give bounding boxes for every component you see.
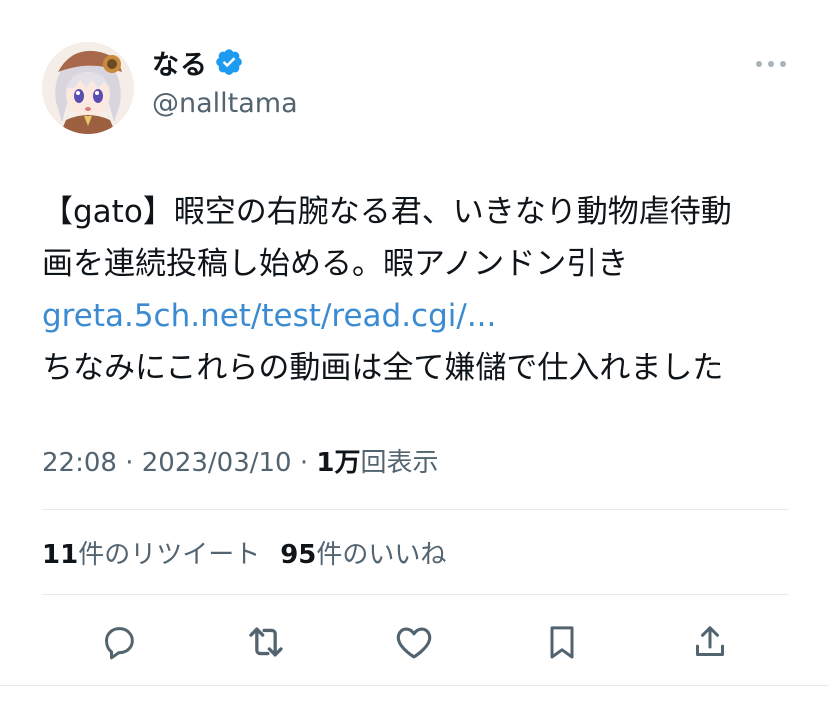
retweets-count: 11 [42, 540, 79, 570]
tweet-text: 【gato】暇空の右腕なる君、いきなり動物虐待動 画を連続投稿し始める。暇アノン… [42, 186, 812, 394]
meta-separator: · [291, 448, 317, 478]
tweet-time[interactable]: 22:08 [42, 448, 117, 478]
like-icon[interactable] [392, 620, 436, 664]
share-icon[interactable] [688, 620, 732, 664]
bookmark-icon[interactable] [540, 620, 584, 664]
likes-stat[interactable]: 95件のいいね [280, 540, 446, 570]
reply-icon[interactable] [97, 620, 141, 664]
author-handle[interactable]: @nalltama [152, 88, 298, 119]
tweet-meta: 22:08 · 2023/03/10 · 1万回表示 [42, 442, 439, 479]
likes-label: 件のいいね [316, 540, 447, 570]
views-label: 回表示 [360, 448, 439, 478]
meta-separator: · [116, 448, 142, 478]
tweet-stats: 11件のリツイート 95件のいいね [42, 534, 446, 571]
divider [0, 685, 828, 686]
retweets-label: 件のリツイート [78, 540, 261, 570]
retweet-icon[interactable] [244, 620, 288, 664]
likes-count: 95 [280, 540, 317, 570]
views-count: 1万 [316, 448, 361, 478]
divider [42, 594, 788, 595]
more-icon[interactable] [753, 52, 789, 76]
author-name-row[interactable]: なる [152, 43, 244, 82]
tweet-text-line: 【gato】暇空の右腕なる君、いきなり動物虐待動 [42, 194, 732, 230]
tweet-text-line: ちなみにこれらの動画は全て嫌儲で仕入れました [42, 350, 724, 386]
divider [42, 509, 788, 510]
display-name[interactable]: なる [152, 43, 208, 82]
retweets-stat[interactable]: 11件のリツイート [42, 540, 260, 570]
tweet-link[interactable]: greta.5ch.net/test/read.cgi/... [42, 298, 496, 334]
tweet-date[interactable]: 2023/03/10 [142, 448, 292, 478]
action-bar [0, 620, 828, 664]
verified-badge-icon [216, 49, 242, 75]
avatar[interactable] [42, 42, 134, 134]
tweet-text-line: 画を連続投稿し始める。暇アノンドン引き [42, 246, 629, 282]
avatar-image [42, 42, 134, 134]
